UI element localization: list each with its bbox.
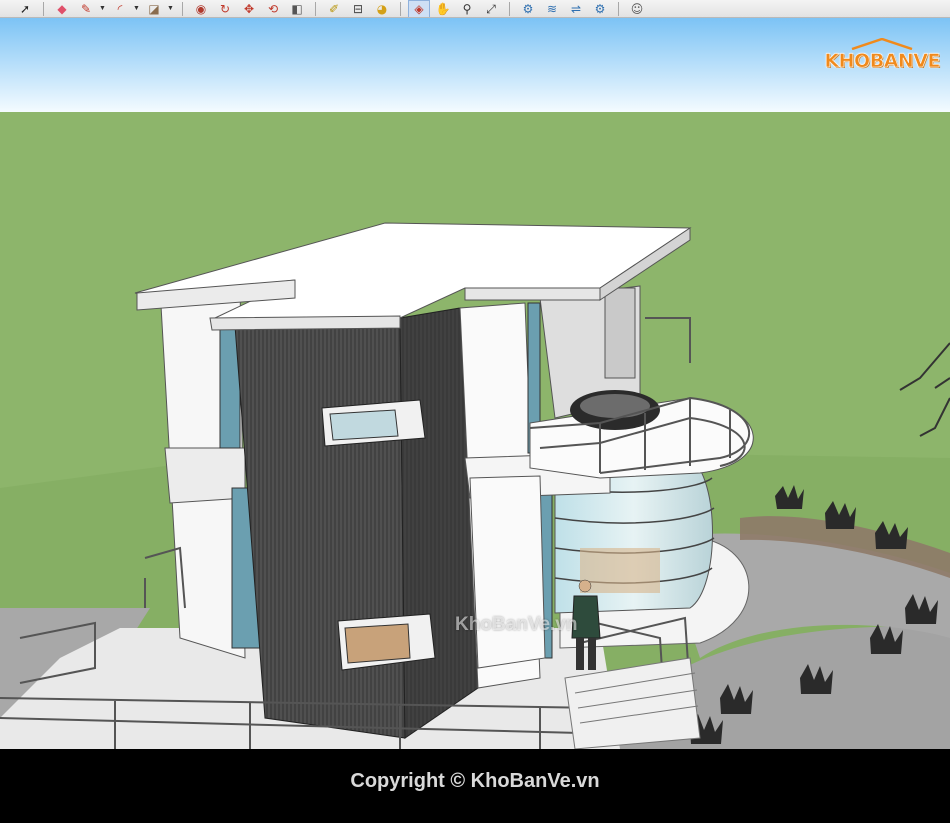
toolbar-separator — [43, 1, 44, 16]
arc-icon[interactable]: ◜ — [109, 0, 131, 17]
look-around-icon[interactable]: ⇌ — [565, 0, 587, 17]
toolbar-separator — [618, 1, 619, 16]
paint-bucket-icon[interactable]: ◕ — [371, 0, 393, 17]
push-pull-icon[interactable]: ◉ — [190, 0, 212, 17]
copyright-text: Copyright © KhoBanVe.vn — [350, 769, 600, 792]
follow-me-icon[interactable]: ↻ — [214, 0, 236, 17]
select-icon[interactable]: ➚ — [14, 0, 36, 17]
toolbar-separator — [509, 1, 510, 16]
walk-icon[interactable]: ⚙ — [517, 0, 539, 17]
settings-icon[interactable]: ⚙ — [589, 0, 611, 17]
watermark: KhoBanVe.vn — [455, 614, 578, 635]
offset-icon[interactable]: ◧ — [286, 0, 308, 17]
zoom-icon[interactable]: ⚲ — [456, 0, 478, 17]
dropdown-arrow-icon[interactable]: ▼ — [133, 5, 141, 12]
khobanve-logo: KHOBANVE — [824, 38, 941, 73]
model-scene — [0, 18, 950, 749]
dropdown-arrow-icon[interactable]: ▼ — [167, 5, 175, 12]
sky — [0, 18, 950, 112]
3d-viewport[interactable]: KHOBANVE KhoBanVe.vn — [0, 18, 950, 749]
toolbar: ➚ ◆ ✎ ▼ ◜ ▼ ◪ ▼ ◉ ↻ ✥ ⟲ ◧ ✐ ⊟ ◕ ◈ ✋ ⚲ ⤢ ⚙ ≋ ⇌ ⚙ ☺ — [0, 0, 950, 18]
eraser-icon[interactable]: ◆ — [51, 0, 73, 17]
pencil-icon[interactable]: ✎ — [75, 0, 97, 17]
rotate-icon[interactable]: ⟲ — [262, 0, 284, 17]
rectangle-icon[interactable]: ◪ — [143, 0, 165, 17]
toolbar-separator — [315, 1, 316, 16]
footer-banner: Copyright © KhoBanVe.vn — [0, 749, 950, 823]
zoom-extents-icon[interactable]: ⤢ — [480, 0, 502, 17]
logo-text: KHOBANVE — [824, 50, 941, 73]
pan-icon[interactable]: ✋ — [432, 0, 454, 17]
house-roof-icon — [851, 38, 913, 50]
toolbar-separator — [182, 1, 183, 16]
dropdown-arrow-icon[interactable]: ▼ — [99, 5, 107, 12]
text-icon[interactable]: ⊟ — [347, 0, 369, 17]
tape-measure-icon[interactable]: ✐ — [323, 0, 345, 17]
position-camera-icon[interactable]: ≋ — [541, 0, 563, 17]
account-icon[interactable]: ☺ — [626, 0, 648, 17]
toolbar-separator — [400, 1, 401, 16]
move-icon[interactable]: ✥ — [238, 0, 260, 17]
orbit-icon[interactable]: ◈ — [408, 0, 430, 17]
